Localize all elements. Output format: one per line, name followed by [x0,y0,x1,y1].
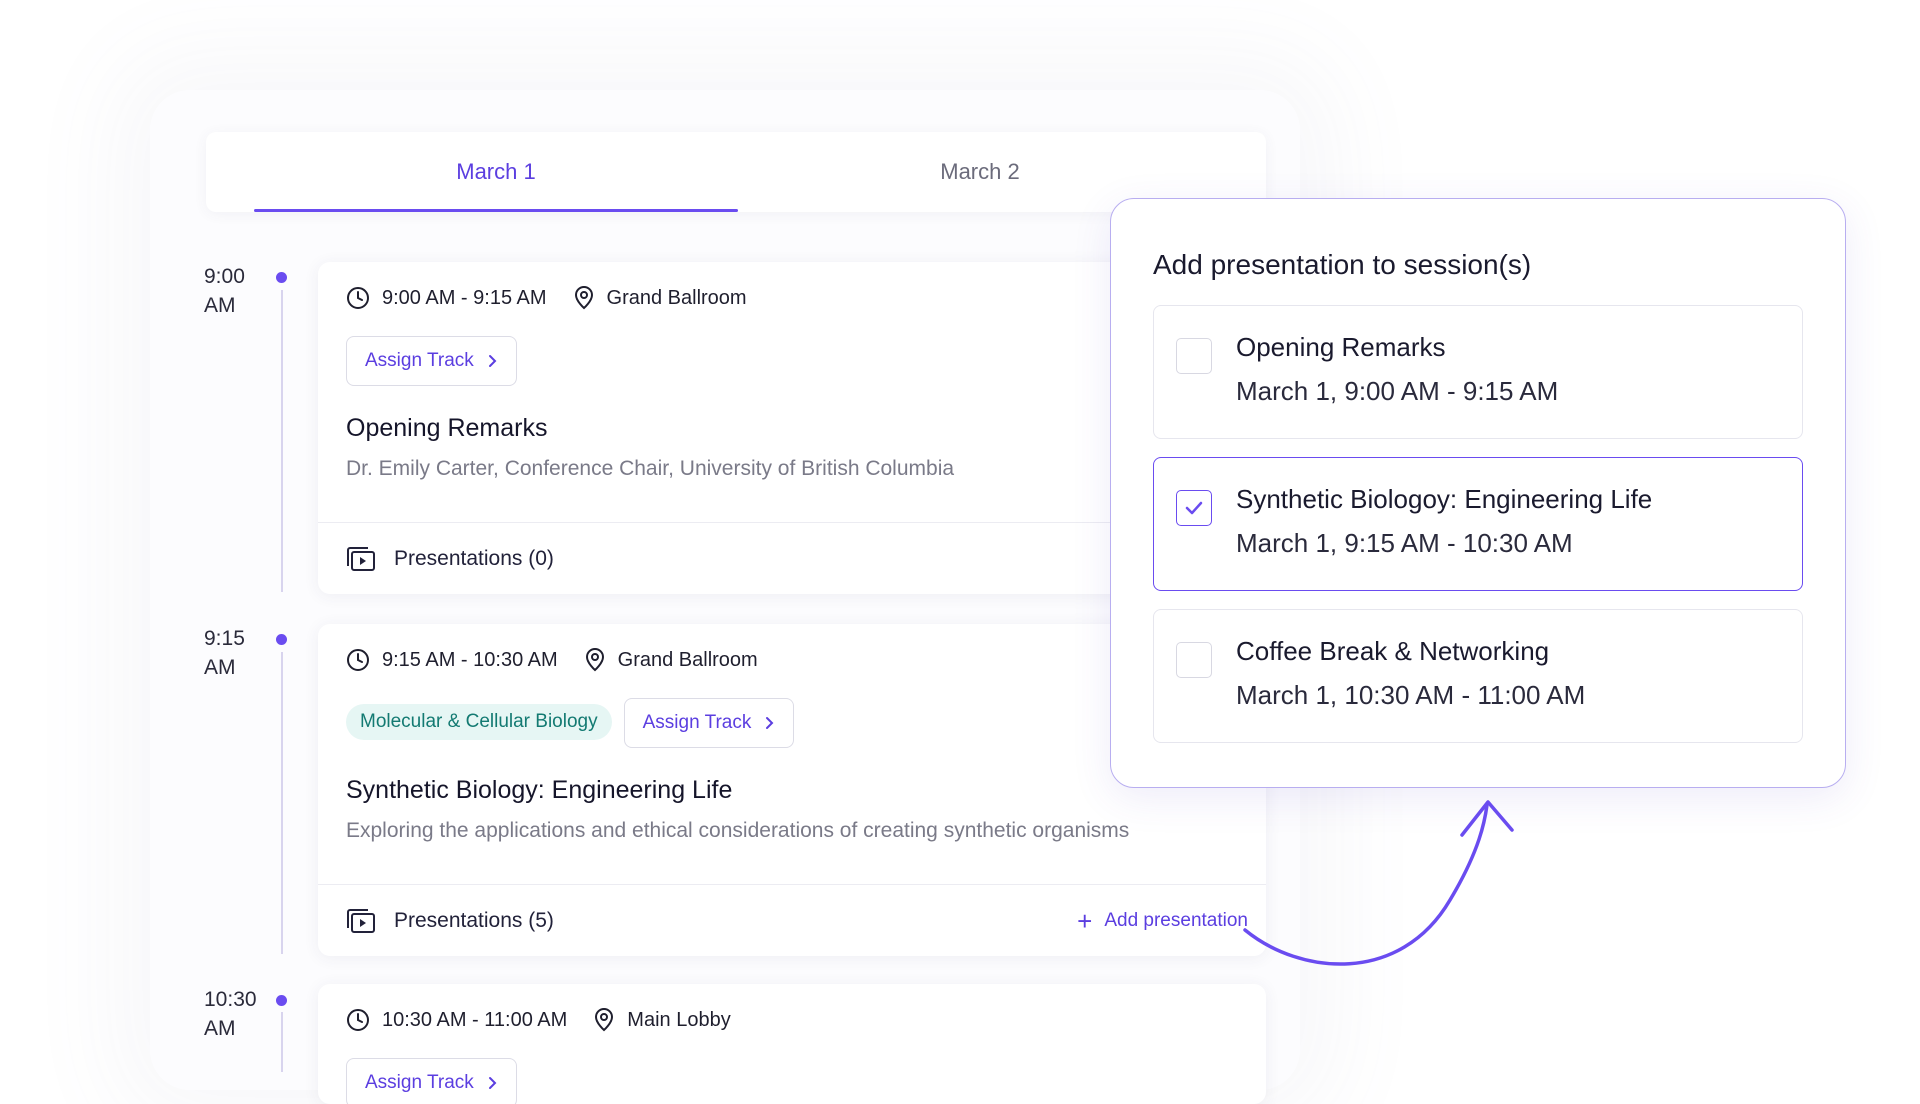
presentations-count: Presentations (0) [394,547,554,570]
chevron-right-icon [488,355,497,367]
session-time: 10:30 AM - 11:00 AM [382,1008,568,1031]
assign-track-label: Assign Track [642,712,752,733]
session-meta: 9:00 AM - 9:15 AM Grand Ballroom [346,286,747,310]
plus-icon: + [1077,906,1093,936]
presentation-icon [347,909,375,933]
session-option-synthetic-biology[interactable]: Synthetic Biologoy: Engineering Life Mar… [1153,457,1803,591]
assign-track-button[interactable]: Assign Track [623,698,795,748]
session-time: 9:15 AM - 10:30 AM [382,648,558,671]
timeline-line [281,290,283,592]
assign-track-label: Assign Track [365,1072,474,1093]
option-title: Synthetic Biologoy: Engineering Life [1236,484,1653,514]
map-pin-icon [574,286,593,310]
presentations-row[interactable]: Presentations (5) + Add presentation [318,884,1266,956]
option-title: Opening Remarks [1236,332,1446,362]
topic-badge: Molecular & Cellular Biology [346,704,612,740]
session-location: Grand Ballroom [617,648,758,671]
session-time: 9:00 AM - 9:15 AM [382,286,547,309]
session-chips: Assign Track [346,336,517,386]
option-time: March 1, 9:15 AM - 10:30 AM [1236,528,1573,558]
session-option-coffee-break[interactable]: Coffee Break & Networking March 1, 10:30… [1153,609,1803,743]
assign-track-label: Assign Track [365,350,474,371]
date-tabs: March 1 March 2 [206,132,1266,212]
timeline-line [281,652,283,954]
session-title: Opening Remarks [346,414,548,442]
chevron-right-icon [488,1077,497,1089]
clock-icon [347,649,369,671]
add-to-session-dialog: Add presentation to session(s) Opening R… [1110,198,1846,788]
timeline-line [281,1012,283,1072]
timeline-dot [276,634,287,645]
map-pin-icon [595,1008,614,1032]
session-title: Synthetic Biology: Engineering Life [346,776,733,804]
session-chips: Molecular & Cellular Biology Assign Trac… [346,698,795,748]
session-description: Dr. Emily Carter, Conference Chair, Univ… [346,457,955,480]
session-description: Exploring the applications and ethical c… [346,819,1130,842]
session-location: Grand Ballroom [606,286,747,309]
option-time: March 1, 10:30 AM - 11:00 AM [1236,680,1586,710]
presentation-icon [347,547,375,571]
timeline-dot [276,995,287,1006]
map-pin-icon [585,648,604,672]
session-meta: 10:30 AM - 11:00 AM Main Lobby [346,1008,731,1032]
timeline-time-1: 9:00 AM [204,265,245,317]
tab-march-1[interactable]: March 1 [254,132,738,212]
option-time: March 1, 9:00 AM - 9:15 AM [1236,376,1559,406]
clock-icon [347,287,369,309]
dialog-title: Add presentation to session(s) [1153,249,1532,280]
timeline-time-2: 9:15 AM [204,627,245,679]
presentations-count: Presentations (5) [394,909,554,932]
clock-icon [347,1009,369,1031]
session-checkbox[interactable] [1176,338,1212,374]
timeline-dot [276,272,287,283]
session-checkbox[interactable] [1176,490,1212,526]
timeline-time-3: 10:30 AM [204,988,257,1040]
session-option-opening-remarks[interactable]: Opening Remarks March 1, 9:00 AM - 9:15 … [1153,305,1803,439]
session-location: Main Lobby [627,1008,731,1031]
chevron-right-icon [766,717,774,729]
add-presentation-label: Add presentation [1104,910,1248,931]
session-chips: Assign Track [346,1058,517,1104]
option-title: Coffee Break & Networking [1236,636,1550,666]
add-presentation-button[interactable]: + Add presentation [1077,885,1248,956]
check-icon [1185,501,1203,515]
session-card-coffee-break[interactable]: 10:30 AM - 11:00 AM Main Lobby Assign Tr… [318,984,1266,1104]
assign-track-button[interactable]: Assign Track [346,1058,517,1104]
session-meta: 9:15 AM - 10:30 AM Grand Ballroom [346,648,758,672]
session-checkbox[interactable] [1176,642,1212,678]
assign-track-button[interactable]: Assign Track [346,336,517,386]
